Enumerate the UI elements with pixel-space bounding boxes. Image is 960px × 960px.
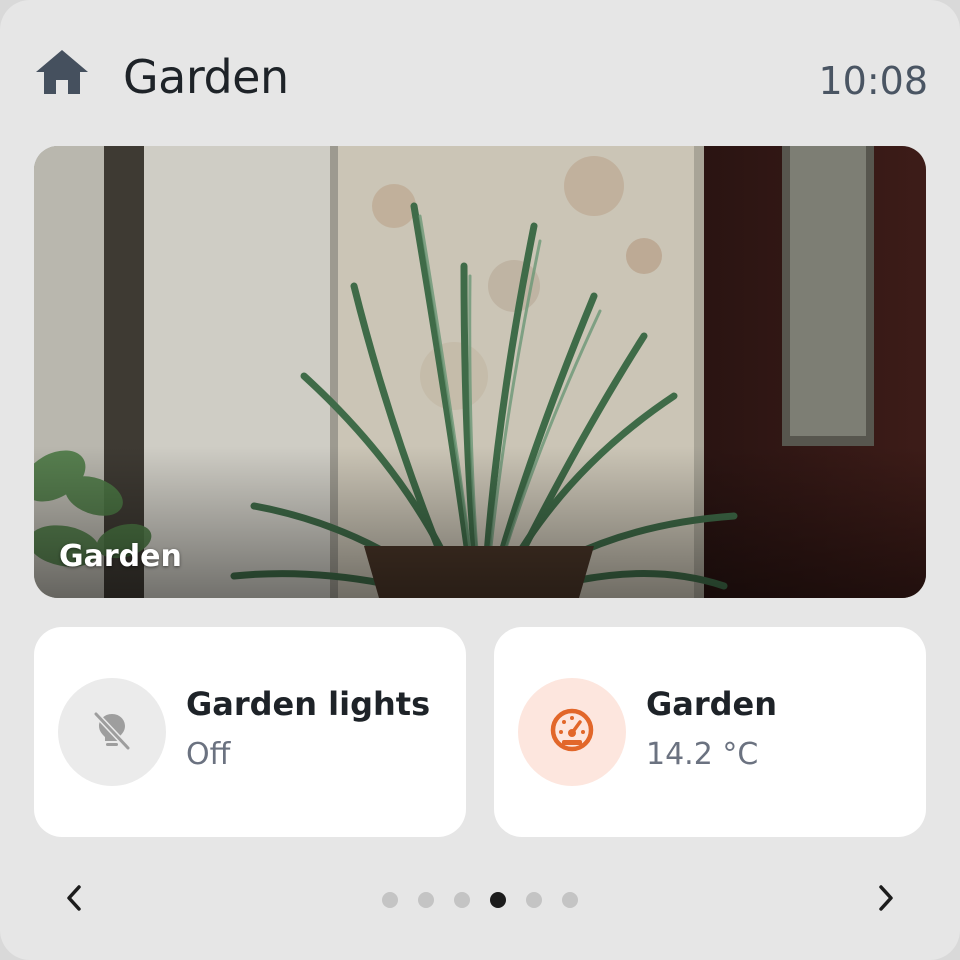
next-page-button[interactable] (866, 880, 906, 920)
tile-state: 14.2 °C (646, 737, 759, 772)
lightbulb-off-icon (88, 706, 136, 758)
tile-name: Garden (646, 685, 778, 723)
previous-page-button[interactable] (54, 880, 94, 920)
tile-state: Off (186, 737, 231, 772)
dashboard-panel: Garden 10:08 Garden Garden lights Off Ga… (0, 0, 960, 960)
page-indicator (382, 892, 578, 908)
camera-snapshot-image (34, 146, 926, 598)
tile-name: Garden lights (186, 685, 431, 723)
camera-label: Garden (59, 539, 182, 574)
gauge-icon (548, 706, 596, 758)
page-dot[interactable] (562, 892, 578, 908)
chevron-left-icon (62, 883, 86, 917)
camera-feed[interactable]: Garden (34, 146, 926, 598)
page-title: Garden (123, 50, 289, 104)
tile-garden-temperature[interactable]: Garden 14.2 °C (494, 627, 926, 837)
page-dot[interactable] (526, 892, 542, 908)
clock-time: 10:08 (818, 59, 928, 103)
page-dot[interactable] (382, 892, 398, 908)
tile-garden-lights[interactable]: Garden lights Off (34, 627, 466, 837)
page-dot[interactable] (454, 892, 470, 908)
page-dot-active[interactable] (490, 892, 506, 908)
chevron-right-icon (874, 883, 898, 917)
page-dot[interactable] (418, 892, 434, 908)
tile-icon-button[interactable] (58, 678, 166, 786)
home-icon[interactable] (34, 48, 90, 96)
tile-icon-button[interactable] (518, 678, 626, 786)
